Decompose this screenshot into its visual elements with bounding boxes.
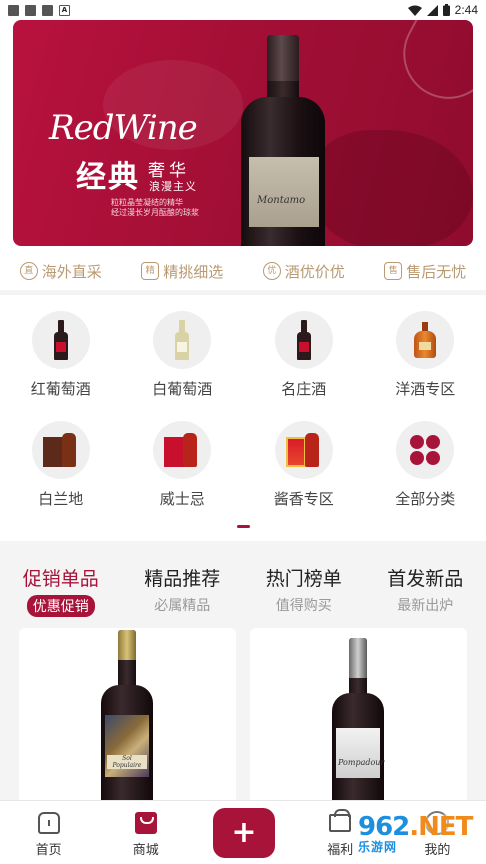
category-baijiu[interactable]: 酱香专区	[243, 405, 365, 515]
category-label: 洋酒专区	[395, 380, 456, 398]
banner-wine-bottle: Montamo	[241, 35, 325, 246]
tab-subtitle: 最新出炉	[397, 598, 454, 614]
category-label: 全部分类	[395, 490, 456, 508]
nav-shop[interactable]: 商城	[97, 801, 194, 864]
banner-subtitle: 浪漫主义	[149, 180, 197, 193]
product-label: Pompadour	[336, 728, 384, 778]
category-red-wine[interactable]: 红葡萄酒	[0, 295, 122, 405]
nav-label: 首页	[35, 843, 62, 858]
promo-banner[interactable]: RedWine 经典 奢华 浪漫主义 粒粒晶莹凝结的精华 经过漫长岁月酝酿的琼浆…	[13, 20, 473, 246]
status-right: 2:44	[407, 3, 478, 17]
product-bottle-image: Pompadour	[332, 638, 384, 808]
product-list: Sol Populaire Pompadour	[0, 628, 486, 808]
spirits-icon	[396, 311, 455, 369]
nav-home[interactable]: 首页	[0, 801, 97, 864]
tab-subtitle: 必属精品	[154, 598, 211, 614]
category-label: 白兰地	[38, 490, 84, 508]
category-label: 威士忌	[159, 490, 205, 508]
brandy-icon	[31, 421, 90, 479]
category-brandy[interactable]: 白兰地	[0, 405, 122, 515]
nav-label: 我的	[424, 843, 451, 858]
add-button[interactable]: +	[213, 808, 275, 858]
tab-new-arrivals[interactable]: 首发新品 最新出炉	[365, 564, 486, 620]
all-categories-icon	[396, 421, 455, 479]
product-card[interactable]: Sol Populaire	[19, 628, 236, 808]
tab-title: 精品推荐	[144, 568, 221, 590]
category-spirits[interactable]: 洋酒专区	[365, 295, 486, 405]
aftersale-icon: 售	[384, 262, 403, 280]
nav-label: 福利	[327, 843, 354, 858]
nav-profile[interactable]: 我的	[389, 801, 486, 864]
shop-bag-icon	[134, 812, 157, 834]
nav-welfare[interactable]: 福利	[292, 801, 389, 864]
notification-icon	[25, 4, 36, 16]
app-notification-icon: A	[59, 4, 70, 16]
product-bottle-image: Sol Populaire	[101, 630, 153, 808]
wine-glass-decoration	[387, 20, 473, 115]
banner-title: 经典	[76, 160, 140, 195]
banner-script-text: RedWine	[49, 108, 198, 148]
selected-icon: 精	[141, 262, 160, 280]
bottom-nav: 首页 商城 + 福利 我的	[0, 800, 486, 864]
category-label: 名庄酒	[281, 380, 327, 398]
feature-aftersale: 售 售后无忧	[384, 261, 466, 282]
tab-title: 首发新品	[387, 568, 464, 590]
red-wine-icon	[31, 311, 90, 369]
category-white-wine[interactable]: 白葡萄酒	[122, 295, 244, 405]
overseas-icon: 直	[19, 262, 38, 280]
feature-quality: 优 酒优价优	[262, 261, 345, 282]
bottle-label: Montamo	[249, 157, 319, 227]
product-tabs: 促销单品 优惠促销 精品推荐 必属精品 热门榜单 值得购买 首发新品 最新出炉	[0, 564, 486, 620]
tab-subtitle-badge: 优惠促销	[26, 595, 95, 617]
tab-promotion[interactable]: 促销单品 优惠促销	[0, 564, 122, 620]
tab-title: 促销单品	[22, 568, 99, 590]
white-wine-icon	[153, 311, 212, 369]
tab-hot-list[interactable]: 热门榜单 值得购买	[243, 564, 365, 620]
feature-overseas: 直 海外直采	[19, 261, 102, 282]
tab-recommended[interactable]: 精品推荐 必属精品	[122, 564, 244, 620]
nav-label: 商城	[132, 843, 159, 858]
page-indicator	[237, 525, 250, 528]
nav-add-slot: +	[194, 801, 291, 864]
feature-selected: 精 精挑细选	[141, 261, 223, 282]
banner-tagline-2: 经过漫长岁月酝酿的琼浆	[111, 208, 199, 217]
top-area: RedWine 经典 奢华 浪漫主义 粒粒晶莹凝结的精华 经过漫长岁月酝酿的琼浆…	[0, 20, 486, 290]
category-whisky[interactable]: 威士忌	[122, 405, 244, 515]
product-label: Sol Populaire	[105, 715, 149, 777]
chateau-wine-icon	[274, 311, 333, 369]
feature-label: 精挑细选	[163, 262, 224, 281]
category-all[interactable]: 全部分类	[365, 405, 486, 515]
notification-icon	[42, 4, 53, 16]
notification-icon	[8, 4, 19, 16]
clock: 2:44	[454, 3, 478, 17]
profile-icon	[425, 811, 450, 835]
service-features: 直 海外直采 精 精挑细选 优 酒优价优 售 售后无忧	[0, 254, 486, 288]
feature-label: 酒优价优	[284, 262, 345, 281]
category-label: 白葡萄酒	[152, 380, 213, 398]
feature-label: 海外直采	[41, 262, 102, 281]
tab-subtitle: 值得购买	[275, 598, 332, 614]
home-icon	[37, 812, 60, 834]
product-card[interactable]: Pompadour	[250, 628, 467, 808]
category-chateau-wine[interactable]: 名庄酒	[243, 295, 365, 405]
gift-icon	[329, 809, 352, 832]
category-grid: 红葡萄酒 白葡萄酒 名庄酒 洋酒专区 白兰地 威士忌 酱香专区 全部分类	[0, 295, 486, 541]
category-label: 酱香专区	[273, 490, 334, 508]
battery-icon	[442, 4, 450, 16]
feature-label: 售后无忧	[406, 262, 467, 281]
quality-icon: 优	[262, 262, 281, 280]
status-bar: A 2:44	[0, 0, 486, 20]
add-icon: +	[231, 815, 257, 850]
wifi-icon	[407, 5, 422, 16]
tab-title: 热门榜单	[265, 568, 342, 590]
baijiu-icon	[274, 421, 333, 479]
whisky-icon	[153, 421, 212, 479]
wine-splash-decoration	[313, 130, 473, 246]
signal-icon	[426, 4, 438, 16]
category-label: 红葡萄酒	[30, 380, 91, 398]
